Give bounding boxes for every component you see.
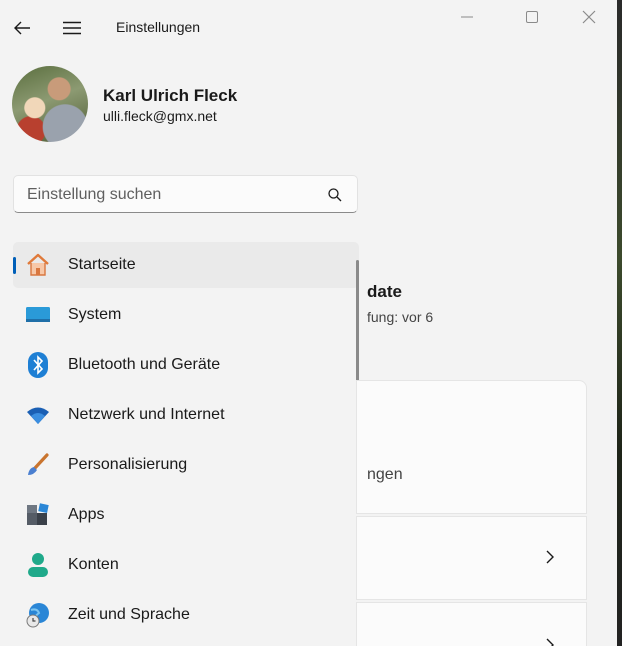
user-name: Karl Ulrich Fleck	[103, 86, 238, 105]
bluetooth-icon	[25, 352, 51, 378]
menu-button[interactable]	[58, 14, 86, 42]
title-bar: Einstellungen	[0, 0, 617, 56]
sidebar-item-label: Konten	[68, 556, 119, 573]
hamburger-icon	[63, 21, 81, 35]
sidebar-item-label: Apps	[68, 506, 105, 523]
sidebar-item-apps[interactable]: Apps	[13, 492, 359, 538]
sidebar-nav: Startseite System Bluetooth und Geräte N…	[13, 242, 359, 642]
update-heading: date	[367, 282, 402, 301]
back-button[interactable]	[8, 14, 36, 42]
brush-icon	[25, 453, 51, 477]
selection-indicator	[13, 257, 16, 274]
sidebar-item-label: Personalisierung	[68, 456, 188, 473]
search-input[interactable]: Einstellung suchen	[27, 186, 161, 204]
user-email: ulli.fleck@gmx.net	[103, 108, 217, 124]
sidebar-item-system[interactable]: System	[13, 292, 359, 338]
content-card-row[interactable]	[356, 516, 587, 600]
monitor-icon	[25, 303, 51, 327]
back-arrow-icon	[14, 21, 30, 35]
settings-window: Einstellungen Karl Ulrich Fleck ulli.fle…	[0, 0, 617, 646]
sidebar-item-label: System	[68, 306, 122, 323]
sidebar-item-zeit-und-sprache[interactable]: Zeit und Sprache	[13, 592, 359, 638]
maximize-icon	[526, 11, 538, 23]
desktop-background-edge	[617, 0, 622, 646]
sidebar-item-netzwerk[interactable]: Netzwerk und Internet	[13, 392, 359, 438]
search-box[interactable]: Einstellung suchen	[13, 175, 358, 213]
globe-clock-icon	[25, 603, 51, 628]
chevron-right-icon	[546, 550, 554, 564]
avatar[interactable]	[12, 66, 88, 142]
sidebar-item-label: Bluetooth und Geräte	[68, 356, 221, 373]
sidebar-item-startseite[interactable]: Startseite	[13, 242, 359, 288]
maximize-button[interactable]	[509, 4, 555, 30]
update-subtext: fung: vor 6	[367, 309, 434, 325]
sidebar-item-konten[interactable]: Konten	[13, 542, 359, 588]
chevron-right-icon	[546, 638, 554, 646]
sidebar-item-personalisierung[interactable]: Personalisierung	[13, 442, 359, 488]
person-icon	[25, 553, 51, 577]
sidebar-item-label: Startseite	[68, 256, 136, 273]
sidebar-item-bluetooth[interactable]: Bluetooth und Geräte	[13, 342, 359, 388]
sidebar-item-label: Netzwerk und Internet	[68, 406, 225, 423]
close-button[interactable]	[566, 4, 612, 30]
content-card[interactable]: ngen	[356, 380, 587, 514]
apps-icon	[25, 503, 51, 527]
window-title: Einstellungen	[116, 19, 201, 35]
close-icon	[582, 10, 596, 24]
home-icon	[25, 253, 51, 277]
minimize-button[interactable]	[444, 4, 490, 30]
wifi-icon	[25, 403, 51, 427]
search-icon[interactable]	[327, 187, 343, 203]
content-card-row[interactable]	[356, 602, 587, 646]
minimize-icon	[461, 16, 473, 18]
sidebar-item-label: Zeit und Sprache	[68, 606, 190, 623]
card-text: ngen	[367, 466, 403, 483]
